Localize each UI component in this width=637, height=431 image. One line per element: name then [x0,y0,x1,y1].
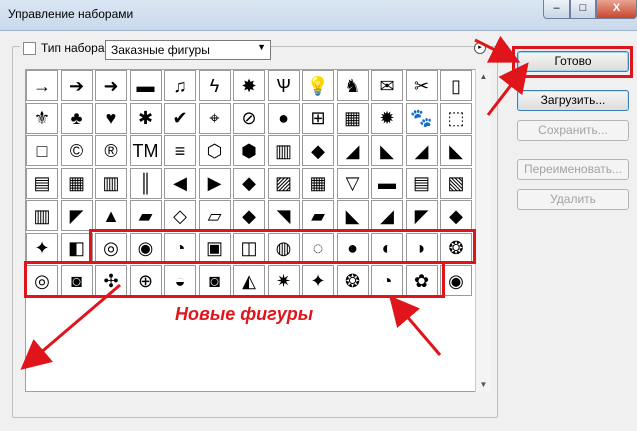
arrow-to-done-2 [486,62,529,116]
annotation-arrows [20,35,529,370]
arrow-left [20,283,121,370]
arrow-to-done [474,35,521,63]
arrow-right [389,295,442,356]
